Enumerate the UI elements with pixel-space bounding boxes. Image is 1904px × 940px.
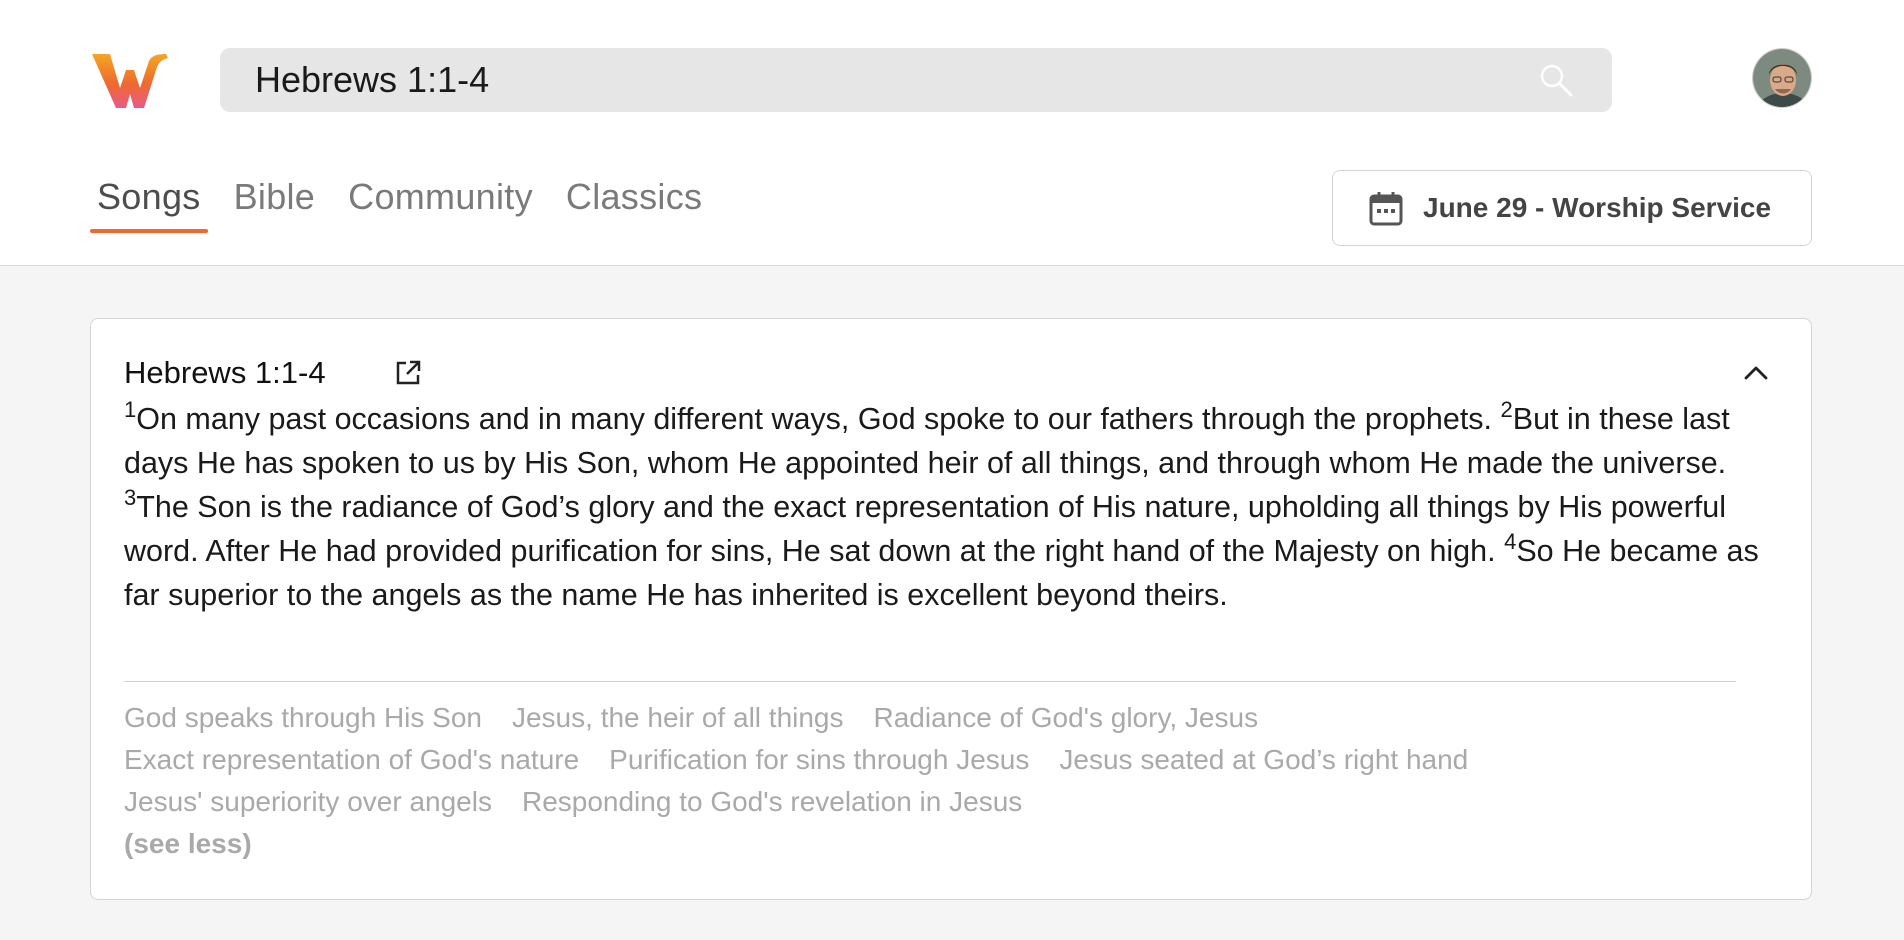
service-label: June 29 - Worship Service — [1423, 192, 1772, 223]
chevron-up-icon[interactable] — [1743, 361, 1769, 385]
verse-number: 4 — [1504, 529, 1517, 554]
top-bar: Hebrews 1:1-4 Songs Bible Community Clas… — [0, 0, 1904, 266]
topic-list: God speaks through His Son Jesus, the hei… — [124, 697, 1784, 865]
verse-text: On many past occasions and in many diffe… — [136, 402, 1501, 436]
search-bar[interactable]: Hebrews 1:1-4 — [220, 48, 1612, 112]
topic-row: God speaks through His Son Jesus, the hei… — [124, 697, 1784, 739]
passage-card: Hebrews 1:1-4 1On many past occasions an… — [90, 318, 1812, 900]
user-avatar[interactable] — [1752, 48, 1812, 108]
search-input[interactable]: Hebrews 1:1-4 — [255, 59, 489, 101]
passage-title: Hebrews 1:1-4 — [124, 355, 326, 390]
search-icon[interactable] — [1538, 62, 1574, 98]
topic-link[interactable]: Jesus, the heir of all things — [512, 702, 844, 733]
topic-link[interactable]: Jesus seated at God’s right hand — [1059, 744, 1468, 775]
topic-link[interactable]: Jesus' superiority over angels — [124, 786, 492, 817]
app-logo-icon[interactable] — [90, 52, 170, 112]
tab-community[interactable]: Community — [341, 176, 540, 236]
topic-link[interactable]: Exact representation of God's nature — [124, 744, 579, 775]
topic-row: Exact representation of God's nature Puri… — [124, 739, 1784, 781]
external-link-icon[interactable] — [394, 359, 422, 387]
verse-number: 1 — [124, 397, 137, 422]
tab-songs[interactable]: Songs — [90, 176, 208, 236]
main-tabs: Songs Bible Community Classics — [90, 176, 728, 236]
topic-link[interactable]: Responding to God's revelation in Jesus — [522, 786, 1022, 817]
tab-bible[interactable]: Bible — [227, 176, 323, 236]
divider — [124, 681, 1736, 682]
calendar-icon — [1369, 192, 1403, 226]
topic-link[interactable]: Purification for sins through Jesus — [609, 744, 1029, 775]
passage-text: 1On many past occasions and in many diff… — [124, 397, 1784, 617]
verse-number: 3 — [124, 485, 137, 510]
topic-link[interactable]: God speaks through His Son — [124, 702, 482, 733]
service-selector-button[interactable]: June 29 - Worship Service — [1332, 170, 1812, 246]
topic-row: Jesus' superiority over angels Responding… — [124, 781, 1784, 823]
topic-link[interactable]: Radiance of God's glory, Jesus — [874, 702, 1259, 733]
verse-number: 2 — [1500, 397, 1513, 422]
verse-text: The Son is the radiance of God’s glory a… — [124, 490, 1727, 568]
tab-classics[interactable]: Classics — [559, 176, 709, 236]
see-less-link[interactable]: (see less) — [124, 823, 252, 865]
